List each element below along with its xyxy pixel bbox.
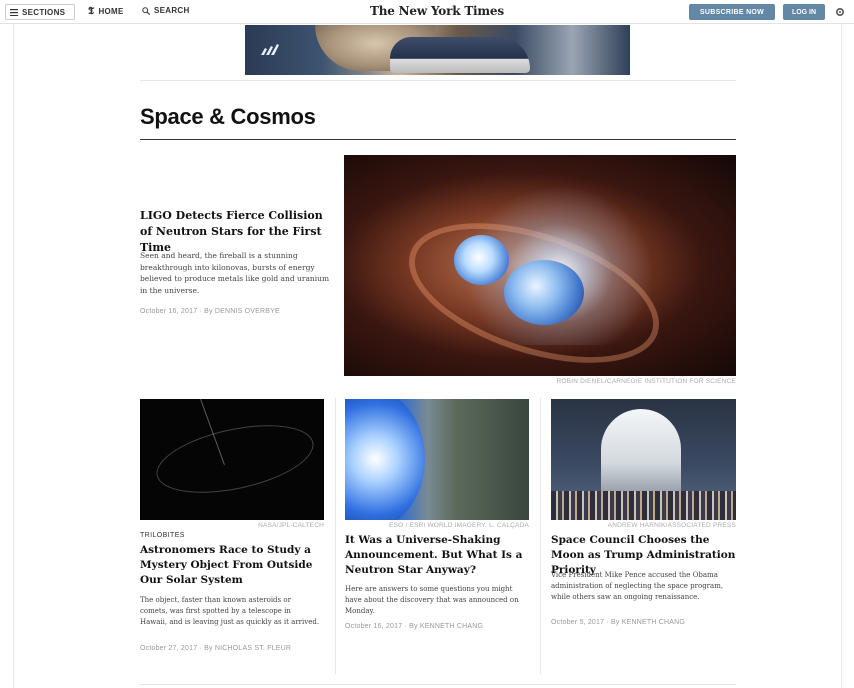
story-image[interactable] — [140, 399, 324, 520]
image-star-shape — [454, 235, 509, 285]
divider — [140, 684, 736, 685]
sections-button[interactable]: SECTIONS — [5, 4, 75, 20]
image-credit: ANDREW HARNIK/ASSOCIATED PRESS — [607, 522, 736, 529]
page-frame-left — [13, 24, 14, 688]
lead-story-headline[interactable]: LIGO Detects Fierce Collision of Neutron… — [140, 208, 330, 256]
image-crowd-shape — [551, 491, 736, 520]
story-headline[interactable]: Astronomers Race to Study a Mystery Obje… — [140, 543, 324, 588]
sections-label: SECTIONS — [22, 7, 66, 17]
story-kicker[interactable]: TRILOBITES — [140, 532, 185, 539]
story-byline: October 5, 2017 · By KENNETH CHANG — [551, 619, 686, 626]
story-image[interactable] — [551, 399, 736, 520]
divider — [140, 80, 736, 81]
search-icon — [142, 6, 150, 15]
story-image[interactable] — [345, 399, 529, 520]
story-headline[interactable]: It Was a Universe-Shaking Announcement. … — [345, 533, 529, 578]
home-link[interactable]: 𝕿 HOME — [88, 6, 124, 17]
story-byline: October 16, 2017 · By KENNETH CHANG — [345, 623, 484, 630]
adidas-logo-icon — [261, 44, 279, 55]
image-shuttle-shape — [601, 409, 681, 499]
nyt-t-logo-icon: 𝕿 — [88, 6, 95, 17]
lead-story-image[interactable] — [344, 155, 736, 376]
story-summary: The object, faster than known asteroids … — [140, 596, 320, 626]
lead-image-credit: ROBIN DIENEL/CARNEGIE INSTITUTION FOR SC… — [556, 378, 736, 385]
advertisement-banner[interactable] — [245, 25, 630, 75]
image-credit: ESO / ESRI WORLD IMAGERY, L. CALÇADA — [389, 522, 529, 529]
story-summary: Here are answers to some questions you m… — [345, 585, 519, 615]
section-title-rule — [140, 139, 736, 140]
page-frame-right — [841, 24, 842, 688]
subscribe-button[interactable]: SUBSCRIBE NOW — [689, 4, 775, 20]
top-navigation-bar: SECTIONS 𝕿 HOME SEARCH The New York Time… — [0, 0, 854, 24]
column-divider — [335, 398, 336, 674]
gear-icon[interactable] — [833, 5, 847, 19]
nyt-masthead-logo[interactable]: The New York Times — [370, 4, 504, 18]
search-label: SEARCH — [154, 6, 190, 15]
column-divider — [540, 398, 541, 674]
story-byline: October 27, 2017 · By NICHOLAS ST. FLEUR — [140, 645, 292, 652]
image-orbit-shape — [150, 413, 320, 505]
story-summary: Vice President Mike Pence accused the Ob… — [551, 571, 724, 601]
image-star-shape — [504, 260, 584, 325]
search-link[interactable]: SEARCH — [142, 6, 190, 15]
section-title: Space & Cosmos — [140, 104, 316, 129]
login-button[interactable]: LOG IN — [783, 4, 825, 20]
image-credit: NASA/JPL-CALTECH — [258, 522, 324, 529]
lead-story-byline: October 16, 2017 · By DENNIS OVERBYE — [140, 308, 280, 315]
lead-story-summary: Seen and heard, the fireball is a stunni… — [140, 251, 330, 295]
home-label: HOME — [98, 7, 124, 16]
ad-shoe-image-2 — [390, 37, 530, 73]
hamburger-menu-icon — [10, 8, 18, 16]
image-star-shape — [345, 399, 425, 520]
